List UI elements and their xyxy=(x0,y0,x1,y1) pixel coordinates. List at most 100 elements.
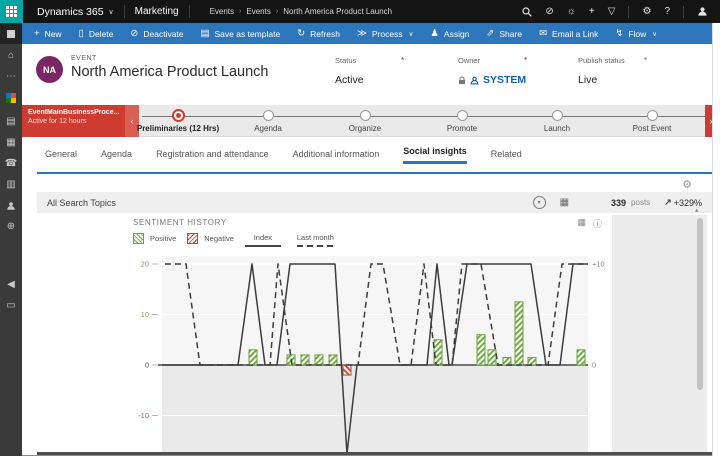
publish-status-field: Publish status* Live xyxy=(578,56,698,86)
stage-marker-launch[interactable] xyxy=(552,110,563,121)
tab-registration-and-attendance[interactable]: Registration and attendance xyxy=(156,149,269,164)
sitemap-button[interactable] xyxy=(0,23,22,44)
topic-table-icon[interactable]: ▦ xyxy=(560,197,569,208)
bpf-process-status: Active for 12 hours xyxy=(28,118,119,125)
status-label: Status xyxy=(335,56,356,65)
cmd-label: Save as template xyxy=(215,29,281,39)
dynamics-mosaic-icon[interactable] xyxy=(6,93,16,106)
panel-settings-gear-icon[interactable]: ⚙ xyxy=(682,178,692,191)
trend-up-icon: ↗ xyxy=(664,197,672,208)
top-nav: Dynamics 365 ∨ Marketing Events › Events… xyxy=(0,0,720,23)
refresh-icon: ↻ xyxy=(297,29,305,39)
required-asterisk: * xyxy=(401,56,404,65)
phone-icon[interactable]: ☎ xyxy=(5,159,17,169)
app-name-button[interactable]: Marketing xyxy=(135,6,179,17)
required-asterisk: * xyxy=(644,56,647,65)
cmd-label: Refresh xyxy=(310,29,340,39)
collapse-arrow-icon[interactable]: ◀ xyxy=(7,280,15,290)
stage-marker-organize[interactable] xyxy=(360,110,371,121)
dashed-line-sample-icon xyxy=(297,245,333,247)
chart-info-icon[interactable]: ⓘ xyxy=(593,217,602,230)
cmd-label: Delete xyxy=(89,29,114,39)
menu-square-icon xyxy=(7,30,15,38)
quick-create-icon[interactable]: + xyxy=(589,7,595,17)
flow-icon: ↯ xyxy=(615,29,623,39)
stage-marker-post-event[interactable] xyxy=(647,110,658,121)
status-value[interactable]: Active xyxy=(335,74,364,86)
new-button[interactable]: +New xyxy=(34,29,62,39)
tab-agenda[interactable]: Agenda xyxy=(101,149,132,164)
svg-text:+10: +10 xyxy=(592,260,605,269)
breadcrumb-item-events[interactable]: Events xyxy=(210,7,234,16)
assign-button[interactable]: ♟Assign xyxy=(430,29,469,39)
topic-filter-icon[interactable]: ▾ xyxy=(533,196,546,209)
sentiment-history-card: SENTIMENT HISTORY ▦ ⓘ Positive Negative … xyxy=(125,215,612,452)
chevron-down-icon: ∨ xyxy=(409,30,414,38)
owner-value-link[interactable]: SYSTEM xyxy=(483,74,526,86)
recent-items-icon[interactable]: ⊘ xyxy=(545,7,553,17)
scroll-up-icon[interactable]: ▴ xyxy=(695,206,699,214)
tab-additional-information[interactable]: Additional information xyxy=(293,149,380,164)
app-launcher-button[interactable]: Dynamics 365 ∨ xyxy=(37,6,114,18)
bpf-process-box[interactable]: EventMainBusinessProce... Active for 12 … xyxy=(22,105,125,137)
svg-text:-10: -10 xyxy=(138,411,149,420)
waffle-grid-icon xyxy=(6,6,17,17)
cmd-label: New xyxy=(45,29,62,39)
user-profile-icon[interactable] xyxy=(697,6,708,17)
email-link-button[interactable]: ✉Email a Link xyxy=(539,29,598,39)
record-avatar: NA xyxy=(36,56,63,83)
refresh-button[interactable]: ↻ Refresh xyxy=(297,29,340,39)
search-icon[interactable] xyxy=(522,7,532,17)
deactivate-button[interactable]: ⊘Deactivate xyxy=(130,29,183,39)
share-button[interactable]: ⇗Share xyxy=(486,29,522,39)
save-as-template-button[interactable]: ▤Save as template xyxy=(201,29,281,39)
filter-icon[interactable]: ▽ xyxy=(608,7,616,17)
stage-label-post-event[interactable]: Post Event xyxy=(587,124,717,133)
waffle-icon[interactable] xyxy=(0,0,23,23)
process-icon: ≫ xyxy=(357,29,367,39)
bpf-connector-line xyxy=(142,116,715,117)
tab-general[interactable]: General xyxy=(45,149,77,164)
help-icon[interactable]: ? xyxy=(664,7,670,17)
card-icon[interactable]: ▭ xyxy=(6,301,15,311)
breadcrumb-item-events-2[interactable]: Events xyxy=(246,7,270,16)
divider xyxy=(683,6,684,18)
lightbulb-icon[interactable]: ☼ xyxy=(567,7,576,17)
search-topic-bar[interactable]: All Search Topics ▾ ▦ 339 posts ↗ +329% xyxy=(37,192,712,213)
stage-marker-preliminaries[interactable] xyxy=(172,109,185,122)
record-tabs: General Agenda Registration and attendan… xyxy=(45,142,522,164)
svg-text:20: 20 xyxy=(141,260,149,269)
horizontal-scrollbar[interactable] xyxy=(37,452,714,455)
publish-status-value[interactable]: Live xyxy=(578,74,597,86)
settings-gear-icon[interactable]: ⚙ xyxy=(642,7,651,17)
person-icon[interactable] xyxy=(6,201,16,211)
breadcrumb-item-record[interactable]: North America Product Launch xyxy=(283,7,392,16)
negative-swatch-icon xyxy=(187,233,198,244)
required-asterisk: * xyxy=(524,56,527,65)
chart-table-icon[interactable]: ▦ xyxy=(577,217,586,230)
topic-label: All Search Topics xyxy=(47,198,116,208)
process-button[interactable]: ≫Process∨ xyxy=(357,29,413,39)
article-icon[interactable]: ▤ xyxy=(6,117,15,127)
stage-name: Promote xyxy=(447,124,477,133)
vertical-scrollbar[interactable] xyxy=(697,218,703,390)
tab-social-insights[interactable]: Social insights xyxy=(403,146,467,164)
delete-button[interactable]: ▯Delete xyxy=(79,29,114,39)
calendar-icon[interactable]: ▦ xyxy=(6,138,15,148)
globe-icon[interactable]: ⊕ xyxy=(7,222,15,232)
status-field: Status * Active xyxy=(335,56,455,86)
home-icon[interactable]: ⌂ xyxy=(8,51,14,61)
breadcrumb: Events › Events › North America Product … xyxy=(210,7,393,16)
posts-unit: posts xyxy=(631,198,650,207)
flow-button[interactable]: ↯Flow∨ xyxy=(615,29,657,39)
stage-marker-agenda[interactable] xyxy=(263,110,274,121)
chart-title: SENTIMENT HISTORY xyxy=(133,218,227,227)
more-ellipsis-icon[interactable]: ⋯ xyxy=(6,72,16,82)
cmd-label: Assign xyxy=(444,29,470,39)
entity-type-label: EVENT xyxy=(71,55,97,62)
stage-marker-promote[interactable] xyxy=(457,110,468,121)
tab-related[interactable]: Related xyxy=(491,149,522,164)
divider xyxy=(628,6,629,18)
cmd-label: Email a Link xyxy=(552,29,598,39)
contact-card-icon[interactable]: ▥ xyxy=(6,180,15,190)
